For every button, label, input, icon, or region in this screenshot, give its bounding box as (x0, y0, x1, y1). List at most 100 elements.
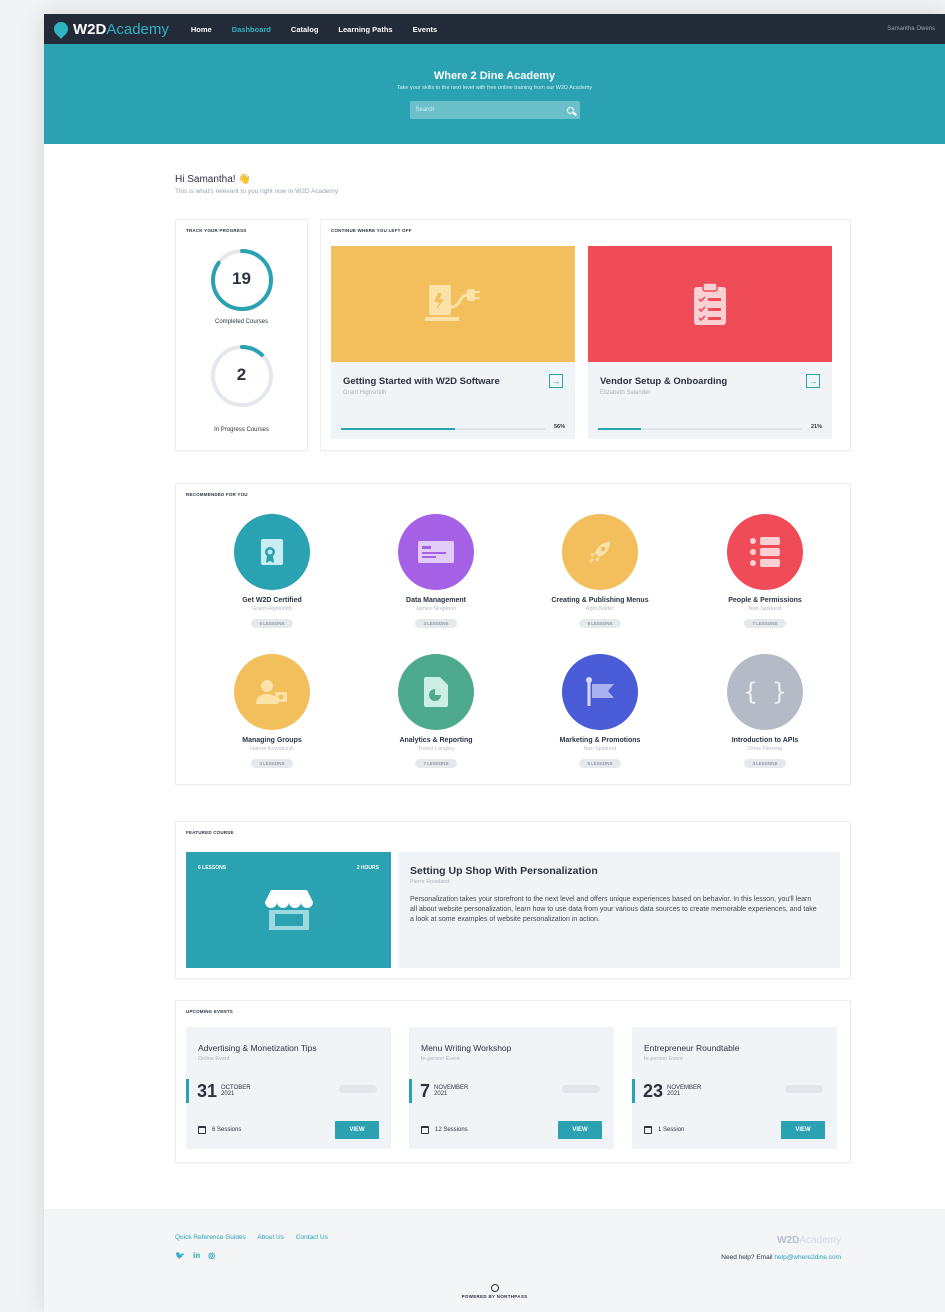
instagram-icon[interactable]: ◎ (208, 1251, 215, 1260)
recommended-course[interactable]: People & Permissions Nan Sjoklund 7 Less… (690, 514, 840, 630)
brand-logo[interactable]: W2DAcademy (51, 19, 169, 39)
event-year: 2021 (667, 1091, 681, 1097)
in-progress-ring: 2 (209, 343, 275, 409)
course-progress-bar (598, 428, 802, 430)
flag-icon (562, 654, 638, 730)
in-progress-label: In Progress Courses (214, 427, 269, 433)
event-day: 31 (197, 1080, 218, 1101)
greeting-subtitle: This is what's relevant to you right now… (175, 188, 339, 195)
help-text: Need help? Email help@where2dine.com (721, 1254, 841, 1261)
linkedin-icon[interactable]: in (193, 1251, 200, 1260)
view-event-button[interactable]: VIEW (335, 1121, 379, 1139)
recommended-title: Get W2D Certified (242, 597, 302, 604)
twitter-icon[interactable]: 🐦 (175, 1251, 185, 1260)
powered-by[interactable]: POWERED BY NORTHPASS (44, 1284, 945, 1299)
lessons-badge: 9 Lessons (579, 619, 621, 628)
recommended-title: Recommended For You (186, 492, 248, 497)
lessons-badge: 7 Lessons (744, 619, 786, 628)
recommended-course[interactable]: Data Management James Singleton 3 Lesson… (361, 514, 511, 630)
recommended-course[interactable]: Analytics & Reporting Trevor Langley 7 L… (361, 654, 511, 770)
recommended-course[interactable]: Creating & Publishing Menus April Bolder… (525, 514, 675, 630)
featured-author: Pierre Roseland (410, 879, 450, 885)
event-month: November (667, 1084, 702, 1091)
search-input[interactable]: Search (409, 101, 580, 119)
event-sessions: 1 Session (658, 1127, 685, 1133)
recommended-author: James Singleton (415, 606, 457, 612)
event-card: Entrepreneur Roundtable In-person Event … (632, 1027, 837, 1149)
course-title[interactable]: Vendor Setup & Onboarding (600, 376, 832, 387)
arrow-right-icon[interactable]: → (806, 374, 820, 388)
recommended-title: Introduction to APIs (731, 737, 799, 744)
footer-link-about[interactable]: About Us (257, 1234, 284, 1241)
user-menu[interactable]: Samantha Owens (887, 26, 935, 32)
event-year: 2021 (434, 1091, 448, 1097)
event-month: November (434, 1084, 469, 1091)
course-percent: 56% (553, 424, 565, 430)
recommended-course[interactable]: Marketing & Promotions Nan Sjoklund 6 Le… (525, 654, 675, 770)
featured-body: Setting Up Shop With Personalization Pie… (398, 852, 840, 968)
event-day: 23 (643, 1080, 664, 1101)
featured-card: Featured Course 6 Lessons 2 Hours Settin… (175, 821, 851, 979)
event-card: Advertising & Monetization Tips Online E… (186, 1027, 391, 1149)
footer-logo-bold: W2D (777, 1235, 800, 1246)
lessons-badge: 6 Lessons (579, 759, 621, 768)
recommended-course[interactable]: Get W2D Certified Grant Highsmith 6 Less… (197, 514, 347, 630)
course-author: Elizabeth Salander (600, 390, 651, 396)
certificate-icon (234, 514, 310, 590)
calendar-icon (644, 1126, 652, 1134)
featured-lessons: 6 Lessons (198, 865, 227, 871)
recommended-title: Creating & Publishing Menus (551, 597, 649, 604)
search-icon[interactable] (566, 106, 574, 114)
featured-hours: 2 Hours (356, 865, 379, 871)
footer-link-quick-reference[interactable]: Quick Reference Guides (175, 1234, 246, 1241)
event-date: 31 October 2021 (186, 1079, 251, 1103)
nav-learning-paths[interactable]: Learning Paths (338, 25, 392, 34)
hero-banner: Where 2 Dine Academy Take your skills to… (44, 44, 945, 144)
continue-title: Continue Where You Left Off (331, 228, 412, 233)
recommended-title: Data Management (406, 597, 466, 604)
event-date: 23 November 2021 (632, 1079, 701, 1103)
event-title: Advertising & Monetization Tips (198, 1043, 317, 1053)
footer-logo: W2DAcademy (777, 1235, 841, 1246)
recommended-card: Recommended For You Get W2D Certified Gr… (175, 483, 851, 785)
event-year: 2021 (221, 1091, 235, 1097)
recommended-author: Trevor Langley (417, 746, 455, 752)
completed-label: Completed Courses (214, 319, 269, 325)
lessons-badge: 3 Lessons (744, 759, 786, 768)
event-month: October (221, 1084, 251, 1091)
event-sessions: 12 Sessions (435, 1127, 468, 1133)
recommended-title: People & Permissions (728, 597, 802, 604)
clipboard-icon (694, 282, 726, 325)
featured-course-title[interactable]: Setting Up Shop With Personalization (410, 865, 828, 877)
lessons-badge: 6 Lessons (251, 619, 293, 628)
list-icon (727, 514, 803, 590)
event-date: 7 November 2021 (409, 1079, 468, 1103)
recommended-course[interactable]: { } Introduction to APIs Drew Fleming 3 … (690, 654, 840, 770)
featured-image[interactable]: 6 Lessons 2 Hours (186, 852, 391, 968)
footer-link-contact[interactable]: Contact Us (296, 1234, 328, 1241)
northpass-icon (490, 1284, 499, 1292)
help-email-link[interactable]: help@where2dine.com (774, 1254, 841, 1261)
arrow-right-icon[interactable]: → (549, 374, 563, 388)
recommended-author: April Bolder (585, 606, 615, 612)
recommended-author: Drew Fleming (748, 746, 782, 752)
featured-description: Personalization takes your storefront to… (410, 896, 817, 923)
course-title[interactable]: Getting Started with W2D Software (343, 376, 575, 387)
view-event-button[interactable]: VIEW (558, 1121, 602, 1139)
rocket-icon (562, 514, 638, 590)
featured-title: Featured Course (186, 830, 234, 835)
nav-dashboard[interactable]: Dashboard (232, 25, 271, 34)
recommended-author: Nan Sjoklund (748, 606, 782, 612)
continue-card: Continue Where You Left Off Getting Star… (320, 219, 851, 451)
course-card[interactable]: Getting Started with W2D Software Grant … (331, 246, 575, 439)
recommended-course[interactable]: Managing Groups Hanna Kowalczyk 4 Lesson… (197, 654, 347, 770)
event-day: 7 (420, 1080, 431, 1101)
nav-events[interactable]: Events (413, 25, 438, 34)
search-placeholder: Search (415, 107, 435, 113)
nav-home[interactable]: Home (191, 25, 212, 34)
view-event-button[interactable]: VIEW (781, 1121, 825, 1139)
powered-by-label: POWERED BY NORTHPASS (461, 1294, 528, 1299)
nav-catalog[interactable]: Catalog (291, 25, 319, 34)
in-progress-count: 2 (236, 365, 247, 384)
course-card[interactable]: Vendor Setup & Onboarding Elizabeth Sala… (588, 246, 832, 439)
